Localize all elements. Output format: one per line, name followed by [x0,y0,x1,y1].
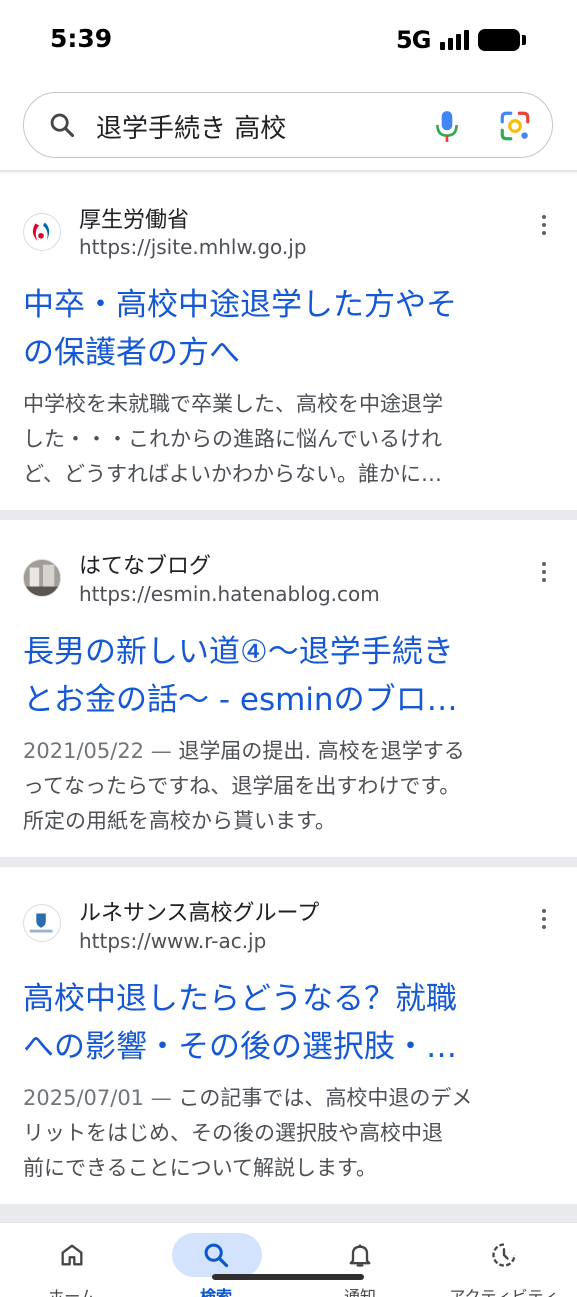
search-box[interactable]: 退学手続き 高校 [23,92,553,158]
snippet-line: リットをはじめ、その後の選択肢や高校中退 [23,1121,443,1145]
site-name: ルネサンス高校グループ [79,901,320,926]
search-result[interactable]: 厚生労働省 https://jsite.mhlw.go.jp 中卒・高校中途退学… [0,175,577,510]
result-title-line: 中卒・高校中途退学した方やそ [23,287,457,323]
snippet-line: 2021/05/22 — 退学届の提出. 高校を退学する [23,734,558,769]
snippet-line: 所定の用紙を高校から貰います。 [23,809,336,833]
result-snippet: 2025/07/01 — この記事では、高校中退のデメ リットをはじめ、その後の… [23,1081,558,1186]
nav-label-activity: アクティビティ [449,1287,559,1297]
snippet-line: 中学校を未就職で卒業した、高校を中途退学 [23,392,443,416]
result-separator [0,857,577,867]
search-icon [204,1243,229,1268]
search-query[interactable]: 退学手続き 高校 [96,108,286,145]
result-title-line: への影響・その後の選択肢・… [23,1029,457,1065]
snippet-line: 2025/07/01 — この記事では、高校中退のデメ [23,1081,558,1116]
result-date: 2025/07/01 — [23,1086,172,1110]
site-url: https://www.r-ac.jp [79,929,267,953]
result-title[interactable]: 中卒・高校中途退学した方やそ の保護者の方へ [23,281,553,377]
result-title[interactable]: 長男の新しい道④〜退学手続き とお金の話〜 - esminのブロ… [23,628,553,724]
snippet-line: ってなったらですね、退学届を出すわけです。 [23,774,461,798]
nav-activity[interactable]: アクティビティ [432,1223,576,1297]
snippet-line: した・・・これからの進路に悩んでいるけれ [23,427,442,451]
snippet-line: 前にできることについて解説します。 [23,1156,377,1180]
result-title-line: とお金の話〜 - esminのブロ… [23,682,458,718]
activity-icon [492,1243,516,1267]
nav-label-search: 検索 [199,1287,232,1297]
battery-tip [522,35,526,45]
result-separator [0,510,577,520]
site-favicon [23,559,61,597]
site-url: https://esmin.hatenablog.com [79,582,380,606]
nav-search[interactable]: 検索 [144,1223,288,1297]
battery-icon [478,29,520,51]
result-title-line: 高校中退したらどうなる？就職 [23,981,457,1017]
nav-label-home: ホーム [48,1287,96,1297]
lens-icon[interactable] [498,109,532,143]
result-date: 2021/05/22 — [23,739,172,763]
mic-icon[interactable] [434,109,460,143]
more-options-icon[interactable] [536,213,552,237]
site-url: https://jsite.mhlw.go.jp [79,235,307,259]
snippet-text: この記事では、高校中退のデメ [171,1086,473,1110]
home-indicator[interactable] [212,1274,364,1280]
site-favicon [23,904,61,942]
network-type: 5G [396,26,431,54]
search-result[interactable]: はてなブログ https://esmin.hatenablog.com 長男の新… [0,520,577,857]
result-title[interactable]: 高校中退したらどうなる？就職 への影響・その後の選択肢・… [23,975,553,1071]
site-name: 厚生労働省 [79,208,190,233]
nav-label-notifications: 通知 [343,1287,376,1297]
bell-icon [349,1244,371,1267]
site-favicon [23,213,61,251]
more-options-icon[interactable] [536,560,552,584]
status-bar: 5:39 5G [0,0,577,80]
header-divider [0,170,577,174]
result-separator [0,1204,577,1222]
snippet-text: 退学届の提出. 高校を退学する [171,739,465,763]
site-name: はてなブログ [79,554,212,579]
result-title-line: の保護者の方へ [23,335,240,371]
search-icon [50,113,75,138]
result-snippet: 2021/05/22 — 退学届の提出. 高校を退学する ってなったらですね、退… [23,734,558,839]
status-time: 5:39 [50,24,113,53]
search-result[interactable]: ルネサンス高校グループ https://www.r-ac.jp 高校中退したらど… [0,867,577,1204]
result-title-line: 長男の新しい道④〜退学手続き [23,634,454,670]
nav-home[interactable]: ホーム [0,1223,144,1297]
signal-icon [440,30,470,50]
home-icon [61,1244,83,1266]
more-options-icon[interactable] [536,907,552,931]
bottom-nav: ホーム 検索 通知 アクティビティ [0,1222,577,1297]
snippet-line: ど、どうすればよいかわからない。誰かに… [23,462,442,486]
result-snippet: 中学校を未就職で卒業した、高校を中途退学 した・・・これからの進路に悩んでいるけ… [23,387,558,492]
nav-notifications[interactable]: 通知 [288,1223,432,1297]
